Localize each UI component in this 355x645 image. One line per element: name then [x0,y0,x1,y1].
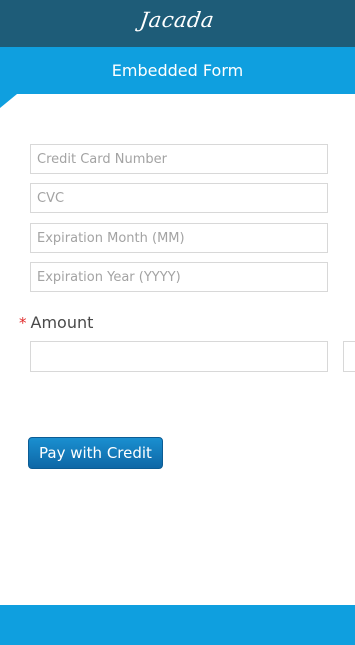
pay-with-credit-button[interactable]: Pay with Credit [28,437,163,469]
page-title: Embedded Form [111,61,244,80]
jacada-logo: Jacada [0,0,355,40]
amount-input[interactable] [30,341,328,372]
amount-field-edge [343,341,355,372]
logo-text: Jacada [138,8,217,32]
cvc-input[interactable] [30,183,328,213]
expiration-year-input[interactable] [30,262,328,292]
top-header-bar: Jacada [0,0,355,47]
required-marker: * [19,314,27,332]
amount-label: * Amount [19,313,93,332]
title-bar-notch [0,94,17,108]
expiration-month-input[interactable] [30,223,328,253]
footer-bar [0,605,355,645]
amount-label-text: Amount [30,313,94,332]
form-title-bar: Embedded Form [0,47,355,94]
credit-card-number-input[interactable] [30,144,328,174]
